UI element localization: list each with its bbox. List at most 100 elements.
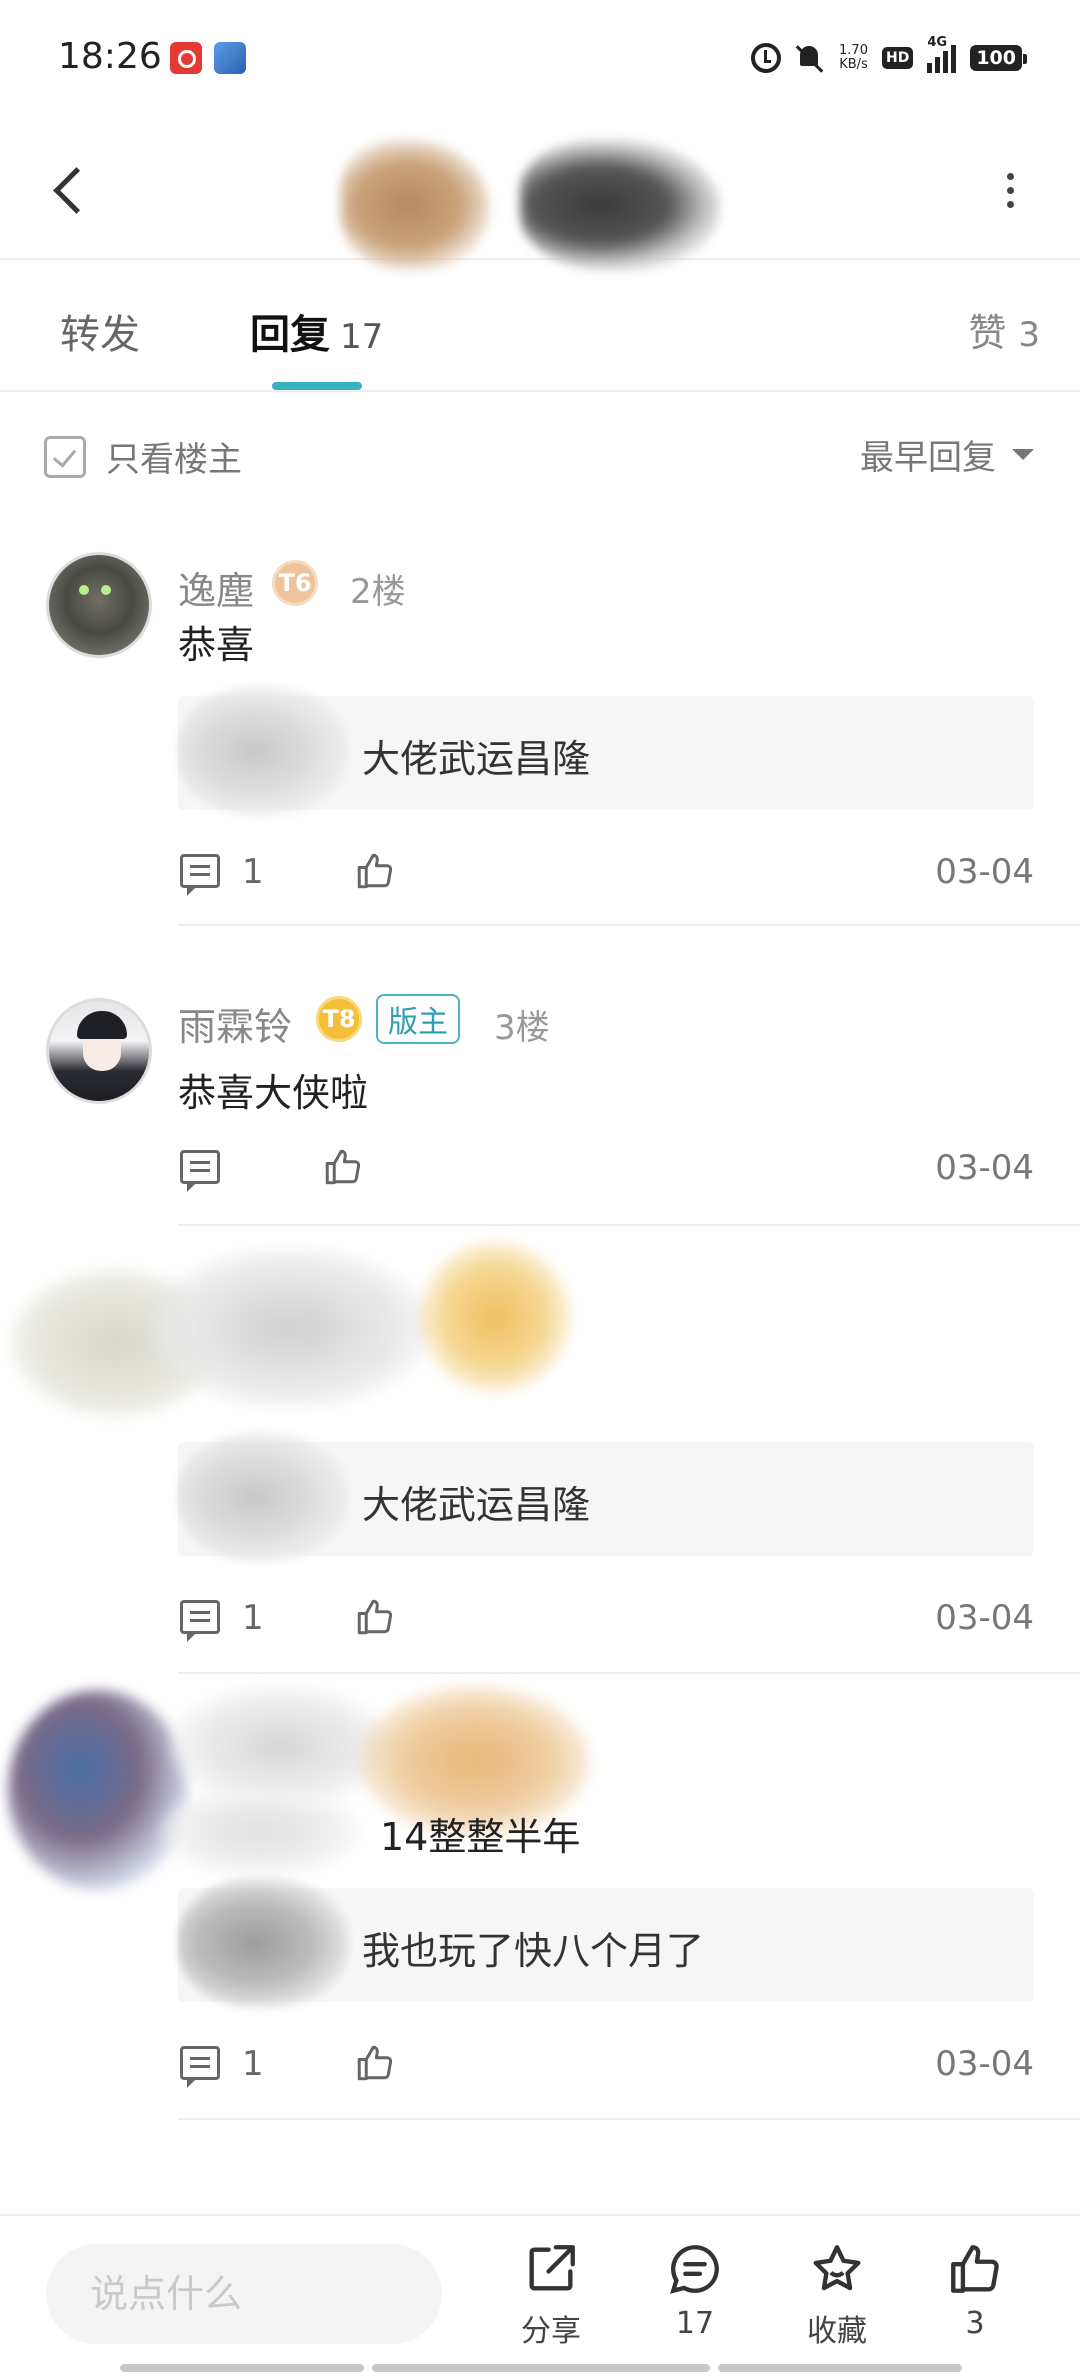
- redacted-badge: [420, 1242, 570, 1392]
- active-tab-indicator: [272, 382, 362, 390]
- only-op-label: 只看楼主: [106, 440, 242, 480]
- username[interactable]: 逸塵: [178, 560, 254, 615]
- status-time: 18:26: [58, 36, 162, 77]
- hd-icon: HD: [881, 47, 914, 69]
- favorite-label: 收藏: [807, 2314, 867, 2349]
- status-indicators: 1.70 KB/s HD 4G 100: [751, 35, 1027, 78]
- signal-icon: 4G: [927, 35, 957, 73]
- gesture-bar: [718, 2364, 962, 2372]
- network-type: 4G: [927, 35, 948, 50]
- reply-actions: 1 03-04: [178, 1592, 1034, 1652]
- reply-actions: 03-04: [178, 1142, 1034, 1202]
- tab-reply-label: 回复: [250, 312, 330, 358]
- network-speed-unit: KB/s: [839, 57, 868, 72]
- status-bar: 18:26 1.70 KB/s HD 4G 100: [0, 0, 1080, 118]
- mute-icon: [795, 43, 825, 73]
- tab-forward-label: 转发: [60, 312, 140, 358]
- comment-count: 1: [242, 1598, 264, 1638]
- divider: [178, 2118, 1080, 2120]
- divider: [178, 924, 1080, 926]
- tab-like-label: 赞: [968, 311, 1007, 355]
- quoted-reply[interactable]: 我也玩了快八个月了: [178, 1878, 1034, 2008]
- reply-content: 14整整半年: [380, 1815, 581, 1859]
- like-icon[interactable]: [354, 1596, 396, 1638]
- like-icon[interactable]: [354, 850, 396, 892]
- reply-content: 恭喜大侠啦: [178, 1071, 369, 1115]
- share-icon: [529, 2245, 575, 2291]
- level-badge: T8: [316, 996, 362, 1042]
- network-speed: 1.70 KB/s: [839, 44, 868, 72]
- like-button[interactable]: 3: [920, 2240, 1030, 2341]
- redacted-header-image: [340, 140, 490, 270]
- only-op-checkbox[interactable]: [44, 435, 86, 478]
- floor-number: 3楼: [494, 1008, 550, 1048]
- tab-bar: 转发 回复 17 赞3: [0, 262, 1080, 392]
- comment-input[interactable]: [46, 2244, 442, 2344]
- like-icon[interactable]: [354, 2042, 396, 2084]
- like-icon[interactable]: [322, 1146, 364, 1188]
- avatar[interactable]: [46, 552, 152, 658]
- reply-item: 逸塵 T6 2楼 恭喜 大佬武运昌隆 1 03-04: [0, 520, 1080, 930]
- reply-item: 大佬武运昌隆 1 03-04: [0, 1228, 1080, 1674]
- tab-reply[interactable]: 回复 17: [250, 302, 383, 360]
- quoted-reply[interactable]: 大佬武运昌隆: [178, 1432, 1034, 1562]
- reply-content: 恭喜: [178, 623, 255, 667]
- comment-count: 17: [675, 2306, 715, 2341]
- level-badge: T6: [272, 560, 318, 606]
- redacted-header-image: [520, 140, 720, 270]
- filter-row: 只看楼主 最早回复: [0, 394, 1080, 514]
- comment-icon[interactable]: [180, 1150, 220, 1192]
- reply-date: 03-04: [935, 1598, 1034, 1638]
- reply-item: 雨霖铃 T8 版主 3楼 恭喜大侠啦 03-04: [0, 966, 1080, 1226]
- star-icon: [813, 2245, 861, 2291]
- reply-date: 03-04: [935, 1148, 1034, 1188]
- like-count: 3: [965, 2306, 985, 2341]
- reply-actions: 1 03-04: [178, 846, 1034, 906]
- redacted-username: [150, 1248, 430, 1408]
- comment-icon[interactable]: [180, 1600, 220, 1642]
- favorite-button[interactable]: 收藏: [782, 2240, 892, 2350]
- only-op-toggle[interactable]: 只看楼主: [44, 432, 242, 481]
- comment-icon[interactable]: [180, 2046, 220, 2088]
- back-button[interactable]: [44, 152, 94, 226]
- username[interactable]: 雨霖铃: [178, 996, 292, 1051]
- reply-date: 03-04: [935, 852, 1034, 892]
- quoted-text: 大佬武运昌隆: [362, 737, 591, 781]
- avatar[interactable]: [46, 998, 152, 1104]
- reply-actions: 1 03-04: [178, 2038, 1034, 2098]
- reply-item: 14整整半年 我也玩了快八个月了 1 03-04: [0, 1676, 1080, 2122]
- sort-label: 最早回复: [860, 438, 996, 478]
- app-header: [0, 118, 1080, 270]
- battery-icon: 100: [970, 45, 1027, 71]
- tab-forward[interactable]: 转发: [60, 302, 140, 360]
- game-app-notification-icon: [214, 42, 246, 74]
- more-options-button[interactable]: [980, 158, 1040, 222]
- share-label: 分享: [521, 2314, 581, 2349]
- sort-dropdown[interactable]: 最早回复: [860, 430, 1034, 479]
- comment-bubble-icon: [670, 2245, 719, 2294]
- redacted-avatar: [8, 1690, 188, 1890]
- redacted-quote-author: [178, 686, 348, 816]
- moderator-badge: 版主: [376, 994, 460, 1044]
- network-speed-value: 1.70: [839, 43, 868, 58]
- thumbs-up-icon: [951, 2245, 999, 2293]
- tab-like[interactable]: 赞3: [968, 302, 1040, 357]
- alarm-icon: [751, 43, 782, 73]
- netease-music-notification-icon: [170, 42, 202, 74]
- floor-number: 2楼: [350, 572, 406, 612]
- comment-button[interactable]: 17: [640, 2240, 750, 2341]
- quoted-text: 我也玩了快八个月了: [362, 1929, 705, 1973]
- redacted-content: [160, 1786, 360, 1876]
- reply-date: 03-04: [935, 2044, 1034, 2084]
- dropdown-arrow-icon: [1012, 449, 1034, 460]
- divider: [178, 1672, 1080, 1674]
- tab-like-count: 3: [1018, 315, 1040, 355]
- comment-icon[interactable]: [180, 854, 220, 896]
- redacted-quote-author: [178, 1432, 348, 1562]
- share-button[interactable]: 分享: [496, 2240, 606, 2350]
- comment-count: 1: [242, 2044, 264, 2084]
- comment-count: 1: [242, 852, 264, 892]
- gesture-bar: [372, 2364, 710, 2372]
- quoted-reply[interactable]: 大佬武运昌隆: [178, 686, 1034, 816]
- bottom-action-bar: 分享 17 收藏 3: [0, 2214, 1080, 2376]
